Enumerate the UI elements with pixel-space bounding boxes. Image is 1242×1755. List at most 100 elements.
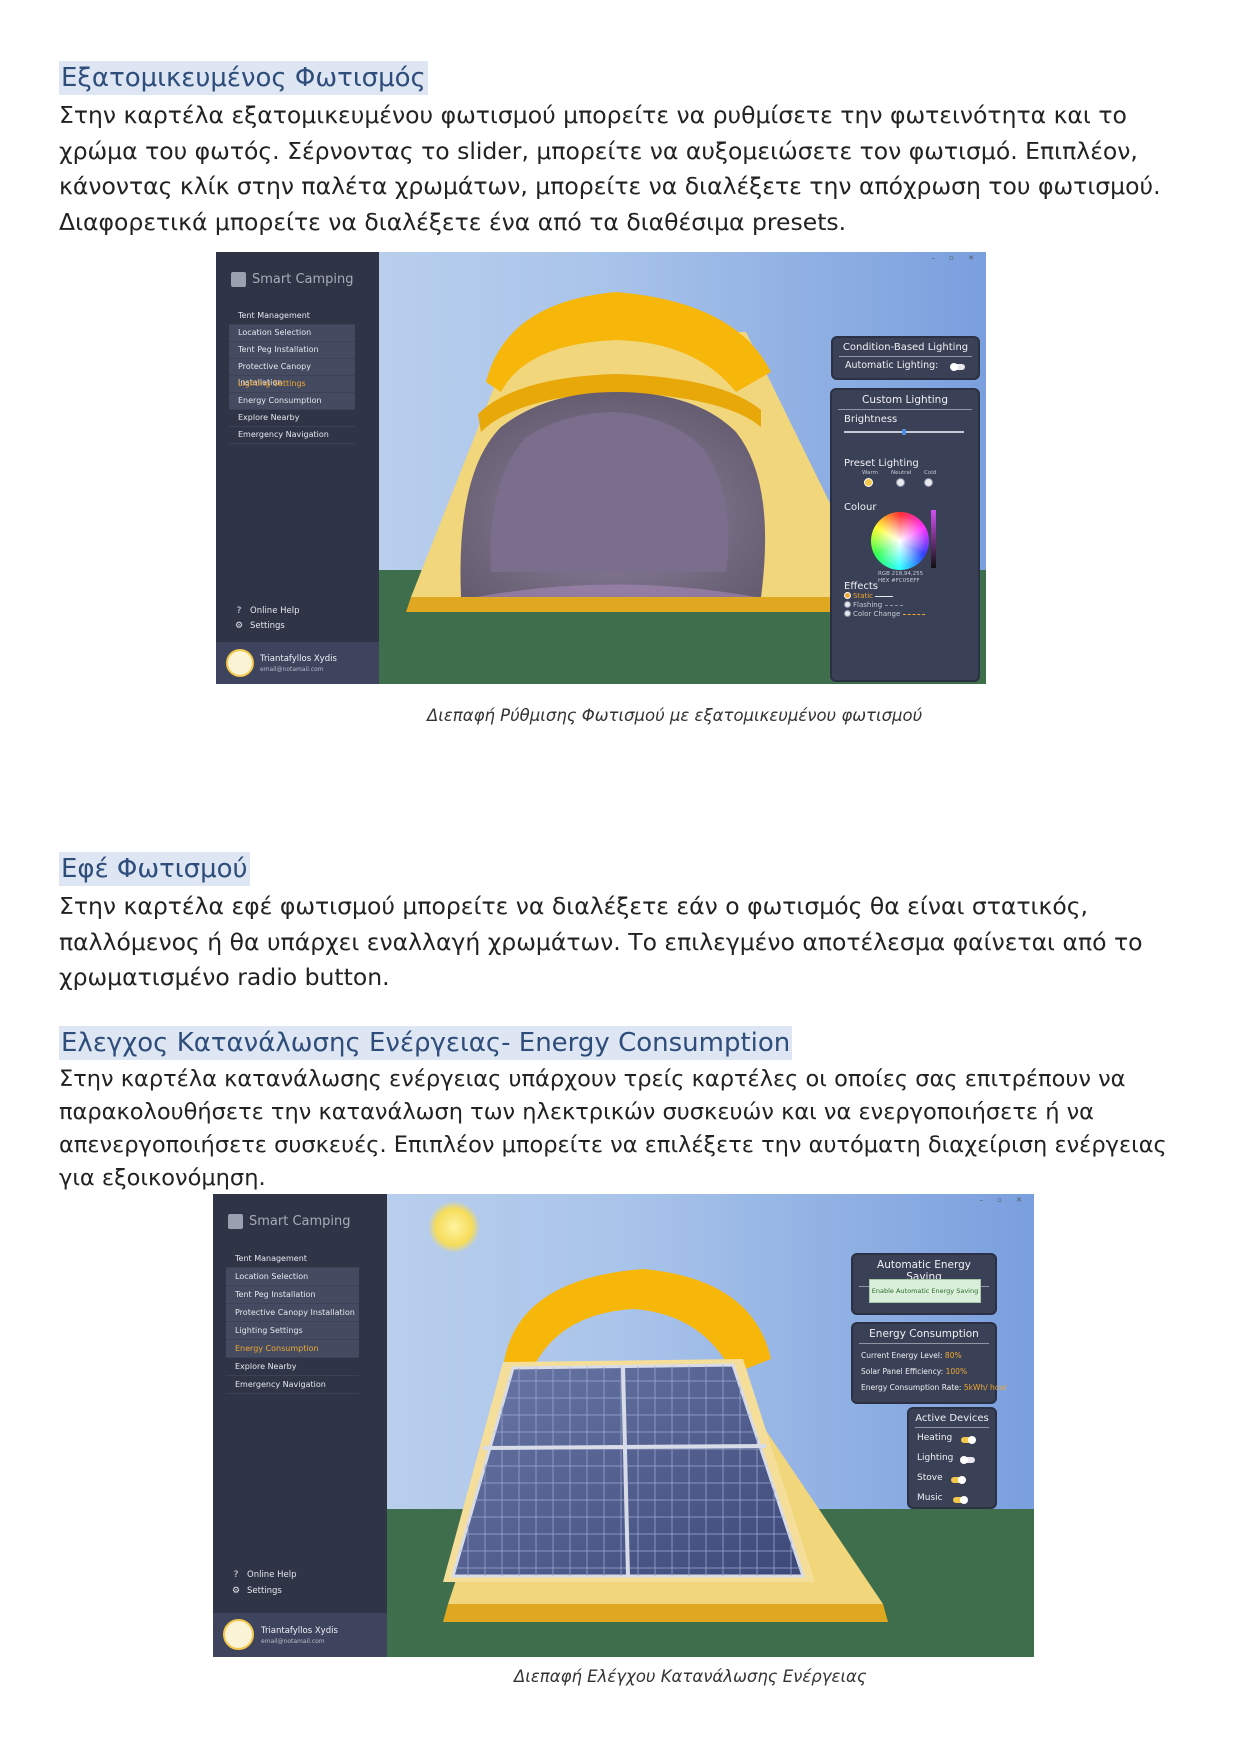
sidebar-item-emergency-navigation[interactable]: Emergency Navigation [226,1376,359,1394]
consumption-rate-label: Energy Consumption Rate: [861,1383,962,1392]
settings-link[interactable]: ⚙ Settings [231,1586,282,1596]
effect-flashing-radio[interactable] [844,601,851,608]
energy-screenshot: – ▫ ✕ Smart Camping Tent Management Loca… [213,1194,1034,1657]
settings-label: Settings [250,621,285,631]
sidebar-item-tent-management[interactable]: Tent Management [229,308,355,325]
solar-efficiency-row: Solar Panel Efficiency: 100% [861,1367,967,1376]
sidebar-item-protective-canopy[interactable]: Protective Canopy Installation [226,1304,359,1322]
rgb-readout: RGB 218,94,255 [878,571,924,577]
energy-level-value: 80% [944,1351,962,1360]
automatic-lighting-toggle[interactable] [950,363,965,371]
sidebar-item-tent-management[interactable]: Tent Management [226,1250,359,1268]
colour-label: Colour [844,502,877,513]
preset-cold-label: Cold [924,470,937,476]
effects-label: Effects [844,581,878,592]
active-devices-panel: Active Devices Heating Lighting Stove Mu… [907,1407,997,1509]
device-stove-label: Stove [917,1473,943,1483]
custom-lighting-title: Custom Lighting [838,390,972,410]
condition-lighting-panel: Condition-Based Lighting Automatic Light… [831,336,980,380]
brand-title: Smart Camping [252,272,354,287]
device-lighting-toggle[interactable] [960,1456,975,1464]
sidebar-item-lighting-settings[interactable]: Lighting Settings [229,376,355,393]
gear-icon: ⚙ [231,1586,241,1596]
auto-energy-saving-panel: Automatic Energy Saving Enable Automatic… [851,1253,997,1315]
lighting-screenshot: – ▫ ✕ Smart Camping Tent Management Loca… [216,252,986,684]
user-email: email@notamail.com [261,1638,325,1645]
effect-color-change-line [903,614,925,615]
custom-lighting-panel: Custom Lighting Brightness Preset Lighti… [830,388,980,682]
sidebar-item-location-selection[interactable]: Location Selection [226,1268,359,1286]
brightness-slider-handle[interactable] [902,429,906,435]
sidebar-item-tent-peg-installation[interactable]: Tent Peg Installation [226,1286,359,1304]
preset-neutral-radio[interactable] [896,478,905,487]
device-heating-toggle[interactable] [961,1436,976,1444]
sidebar-item-explore-nearby[interactable]: Explore Nearby [226,1358,359,1376]
device-stove-toggle[interactable] [951,1476,966,1484]
user-profile[interactable]: Triantafyllos Xydis email@notamail.com [216,642,379,684]
sidebar-item-protective-canopy[interactable]: Protective Canopy Installation [229,359,355,387]
active-devices-title: Active Devices [915,1409,989,1428]
window-controls[interactable]: – ▫ ✕ [979,1196,1028,1204]
sidebar-item-explore-nearby[interactable]: Explore Nearby [229,410,355,427]
user-email: email@notamail.com [260,666,324,673]
sidebar-item-emergency-navigation[interactable]: Emergency Navigation [229,427,355,444]
sidebar-item-energy-consumption[interactable]: Energy Consumption [229,393,355,410]
brand: Smart Camping [228,1214,351,1229]
online-help-label: Online Help [247,1570,297,1580]
window-controls[interactable]: – ▫ ✕ [931,254,980,262]
preset-neutral-label: Neutral [891,470,912,476]
sidebar-item-energy-consumption[interactable]: Energy Consumption [226,1340,359,1358]
automatic-lighting-label: Automatic Lighting: [845,360,939,371]
preset-cold-radio[interactable] [924,478,933,487]
sidebar-menu: Tent Management Location Selection Tent … [229,308,355,444]
consumption-rate-value: 5kWh/ hour [963,1383,1008,1392]
section-paragraph-lighting-effects: Στην καρτέλα εφέ φωτισμού μπορείτε να δι… [59,892,1143,991]
device-music-label: Music [917,1493,943,1503]
effect-static-line [875,596,893,597]
preset-lighting-label: Preset Lighting [844,458,919,469]
effect-color-change-radio[interactable] [844,610,851,617]
preset-warm-radio[interactable] [864,478,873,487]
colour-hue-bar[interactable] [931,510,936,568]
gear-icon: ⚙ [234,621,244,631]
energy-level-row: Current Energy Level: 80% [861,1351,962,1360]
device-heating-label: Heating [917,1433,953,1443]
online-help-link[interactable]: ? Online Help [234,606,300,616]
section-heading-energy: Ελεγχος Κατανάλωσης Ενέργειας- Energy Co… [59,1026,793,1060]
consumption-rate-row: Energy Consumption Rate: 5kWh/ hour [861,1383,1007,1392]
sidebar-item-lighting-settings[interactable]: Lighting Settings [226,1322,359,1340]
effect-static-label: Static [853,592,874,600]
device-lighting-label: Lighting [917,1453,954,1463]
energy-level-label: Current Energy Level: [861,1351,943,1360]
avatar [226,649,254,677]
effect-static-radio[interactable] [844,592,851,599]
avatar [223,1619,254,1650]
brand: Smart Camping [231,272,354,287]
sidebar-item-location-selection[interactable]: Location Selection [229,325,355,342]
sidebar-item-tent-peg-installation[interactable]: Tent Peg Installation [229,342,355,359]
brightness-slider[interactable] [844,429,964,435]
section-paragraph-energy: Στην καρτέλα κατανάλωσης ενέργειας υπάρχ… [59,1066,1167,1191]
online-help-label: Online Help [250,606,300,616]
device-music-toggle[interactable] [953,1496,968,1504]
question-icon: ? [233,1570,239,1580]
effect-flashing-line [885,605,903,606]
online-help-link[interactable]: ? Online Help [231,1570,297,1580]
settings-link[interactable]: ⚙ Settings [234,621,285,631]
enable-auto-energy-saving-button[interactable]: Enable Automatic Energy Saving [869,1279,981,1303]
tent-logo-icon [231,272,246,287]
user-name: Triantafyllos Xydis [261,1626,338,1636]
user-name: Triantafyllos Xydis [260,654,337,664]
energy-consumption-title: Energy Consumption [859,1324,989,1344]
condition-lighting-title: Condition-Based Lighting [839,338,972,357]
settings-label: Settings [247,1586,282,1596]
sidebar: Smart Camping Tent Management Location S… [216,252,379,684]
colour-wheel[interactable] [871,512,929,570]
brightness-label: Brightness [844,414,898,425]
user-profile[interactable]: Triantafyllos Xydis email@notamail.com [213,1613,387,1657]
sidebar: Smart Camping Tent Management Location S… [213,1194,387,1657]
brand-title: Smart Camping [249,1214,351,1229]
figure-caption-energy: Διεπαφή Ελέγχου Κατανάλωσης Ενέργειας [514,1667,867,1686]
question-icon: ? [236,606,242,616]
sidebar-menu: Tent Management Location Selection Tent … [226,1250,359,1394]
